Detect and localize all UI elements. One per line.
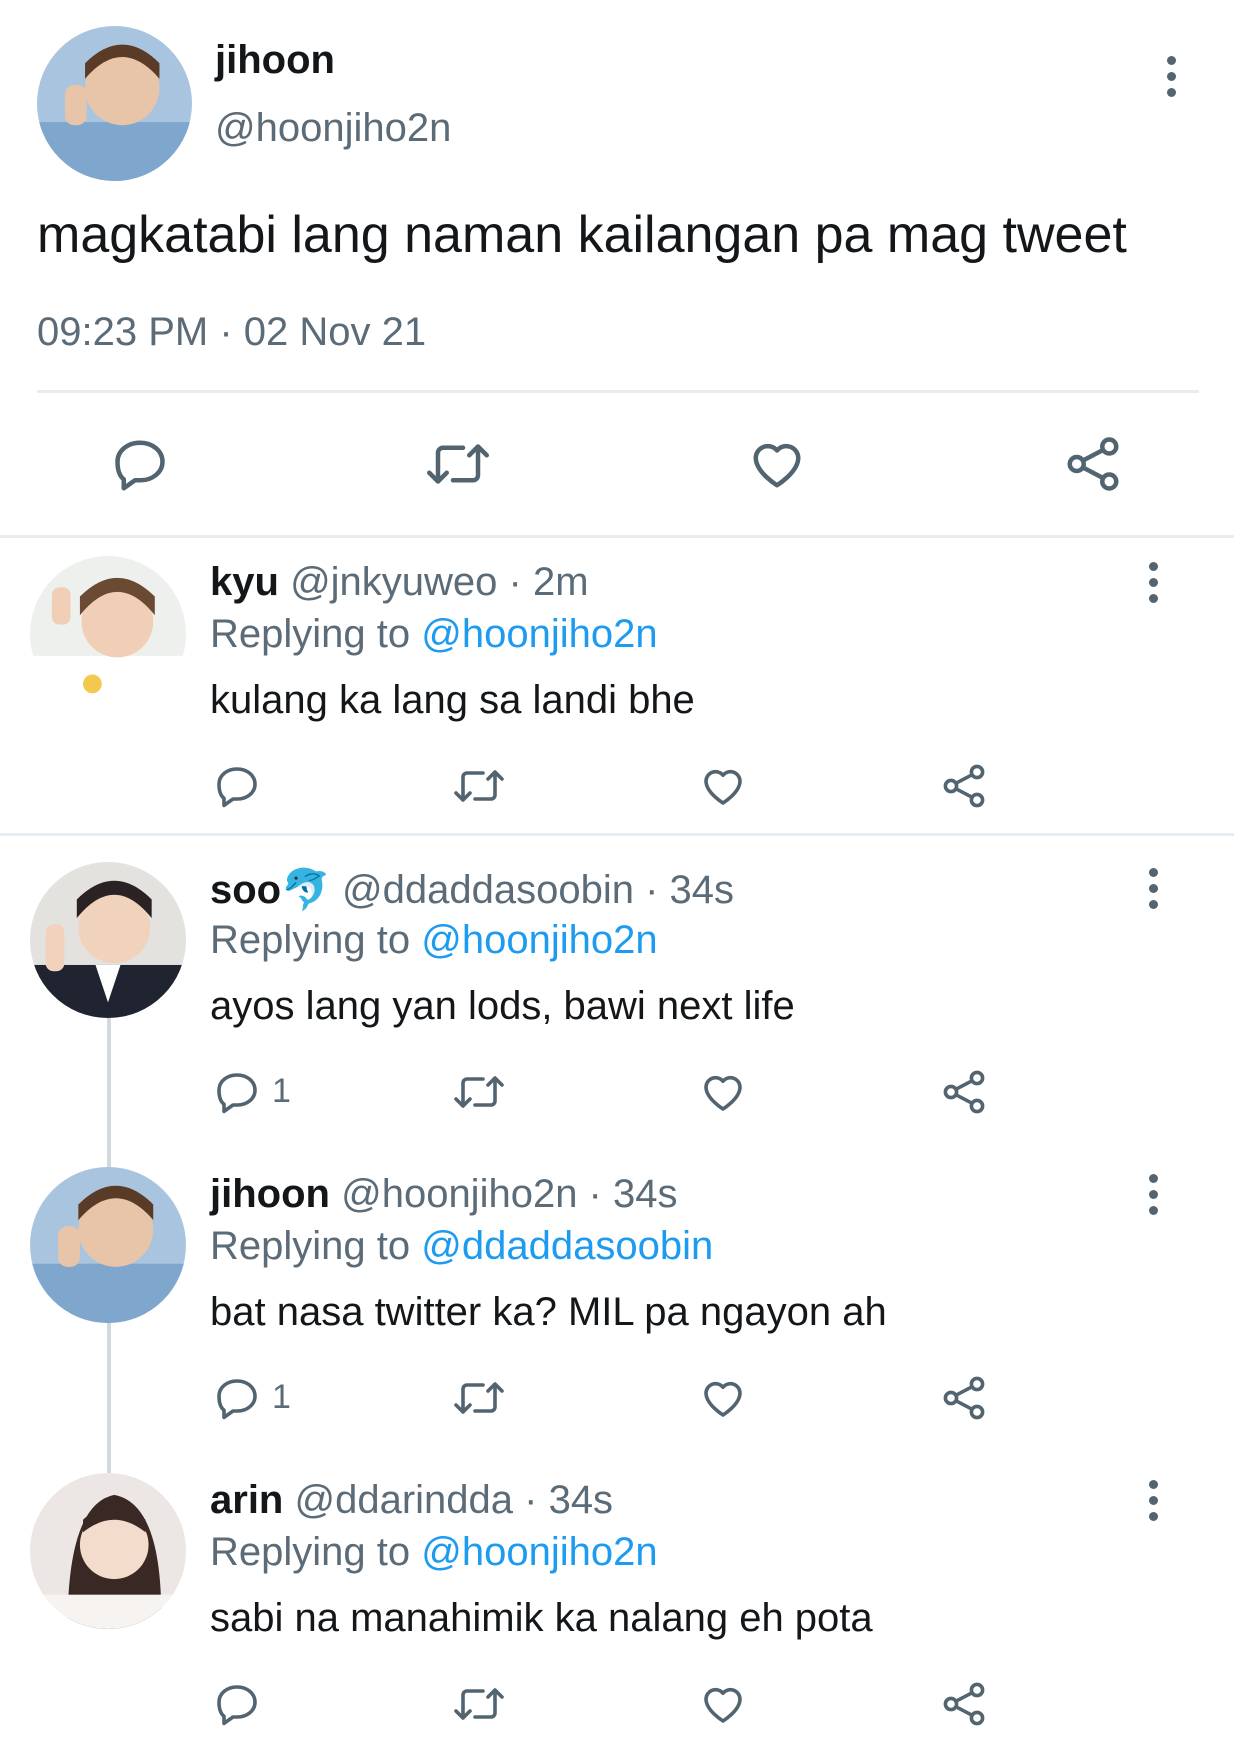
reply-text: kulang ka lang sa landi bhe <box>210 678 695 722</box>
section-divider <box>0 833 1234 836</box>
reply-author-name[interactable]: kyu <box>210 560 279 604</box>
reply-icon[interactable] <box>213 1374 261 1422</box>
retweet-icon[interactable] <box>452 1374 506 1422</box>
replying-to-line: Replying to @hoonjiho2n <box>210 918 658 963</box>
share-icon[interactable] <box>940 1374 988 1422</box>
reply-header: jihoon @hoonjiho2n · 34s <box>210 1172 677 1217</box>
reply-header: soo🐬 @ddaddasoobin · 34s <box>210 866 734 913</box>
share-icon[interactable] <box>1063 434 1123 494</box>
reply-avatar[interactable] <box>30 862 186 1018</box>
section-divider <box>0 535 1234 538</box>
reply-author-name[interactable]: arin <box>210 1478 283 1522</box>
reply-author-meta[interactable]: @ddarindda · 34s <box>294 1478 613 1522</box>
reply-text: bat nasa twitter ka? MIL pa ngayon ah <box>210 1290 887 1334</box>
reply-avatar[interactable] <box>30 1473 186 1629</box>
replying-to-label: Replying to <box>210 612 411 656</box>
reply-icon[interactable] <box>213 1680 261 1728</box>
reply-text: sabi na manahimik ka nalang eh pota <box>210 1596 873 1640</box>
reply-author-meta[interactable]: @jnkyuweo · 2m <box>290 560 588 604</box>
reply-count: 1 <box>272 1072 291 1110</box>
reply-header: kyu @jnkyuweo · 2m <box>210 560 589 605</box>
replying-to-label: Replying to <box>210 1530 411 1574</box>
replying-to-mention[interactable]: @ddaddasoobin <box>421 1224 713 1268</box>
reply-author-meta[interactable]: @ddaddasoobin · 34s <box>342 868 734 912</box>
reply-author-meta[interactable]: @hoonjiho2n · 34s <box>341 1172 677 1216</box>
reply-count: 1 <box>272 1378 291 1416</box>
reply-icon[interactable] <box>213 1068 261 1116</box>
reply-avatar[interactable] <box>30 556 186 712</box>
share-icon[interactable] <box>940 762 988 810</box>
main-tweet-avatar[interactable] <box>37 26 192 181</box>
replying-to-line: Replying to @ddaddasoobin <box>210 1224 713 1269</box>
retweet-icon[interactable] <box>452 762 506 810</box>
reply-author-name[interactable]: jihoon <box>210 1172 330 1216</box>
replying-to-mention[interactable]: @hoonjiho2n <box>421 918 657 962</box>
reply-icon[interactable] <box>110 434 170 494</box>
like-icon[interactable] <box>746 434 808 494</box>
replying-to-mention[interactable]: @hoonjiho2n <box>421 612 657 656</box>
like-icon[interactable] <box>698 1374 748 1422</box>
retweet-icon[interactable] <box>452 1068 506 1116</box>
reply-text: ayos lang yan lods, bawi next life <box>210 984 795 1028</box>
replying-to-label: Replying to <box>210 918 411 962</box>
reply-author-name[interactable]: soo🐬 <box>210 868 331 912</box>
thread-line <box>107 1018 111 1168</box>
reply-avatar[interactable] <box>30 1167 186 1323</box>
main-tweet-divider <box>37 390 1199 393</box>
reply-icon[interactable] <box>213 762 261 810</box>
retweet-icon[interactable] <box>425 434 491 494</box>
like-icon[interactable] <box>698 1068 748 1116</box>
share-icon[interactable] <box>940 1680 988 1728</box>
main-tweet-timestamp: 09:23 PM · 02 Nov 21 <box>37 310 427 354</box>
replying-to-line: Replying to @hoonjiho2n <box>210 1530 658 1575</box>
like-icon[interactable] <box>698 1680 748 1728</box>
main-tweet-handle[interactable]: @hoonjiho2n <box>215 106 451 151</box>
reply-header: arin @ddarindda · 34s <box>210 1478 613 1523</box>
main-tweet-more-icon[interactable] <box>1161 46 1181 106</box>
reply-more-icon[interactable] <box>1143 858 1163 918</box>
main-tweet-text: magkatabi lang naman kailangan pa mag tw… <box>37 206 1127 264</box>
reply-more-icon[interactable] <box>1143 1164 1163 1224</box>
replying-to-line: Replying to @hoonjiho2n <box>210 612 658 657</box>
share-icon[interactable] <box>940 1068 988 1116</box>
thread-line <box>107 1323 111 1473</box>
reply-more-icon[interactable] <box>1143 552 1163 612</box>
like-icon[interactable] <box>698 762 748 810</box>
replying-to-mention[interactable]: @hoonjiho2n <box>421 1530 657 1574</box>
reply-more-icon[interactable] <box>1143 1470 1163 1530</box>
retweet-icon[interactable] <box>452 1680 506 1728</box>
main-tweet-name[interactable]: jihoon <box>215 38 335 83</box>
replying-to-label: Replying to <box>210 1224 411 1268</box>
